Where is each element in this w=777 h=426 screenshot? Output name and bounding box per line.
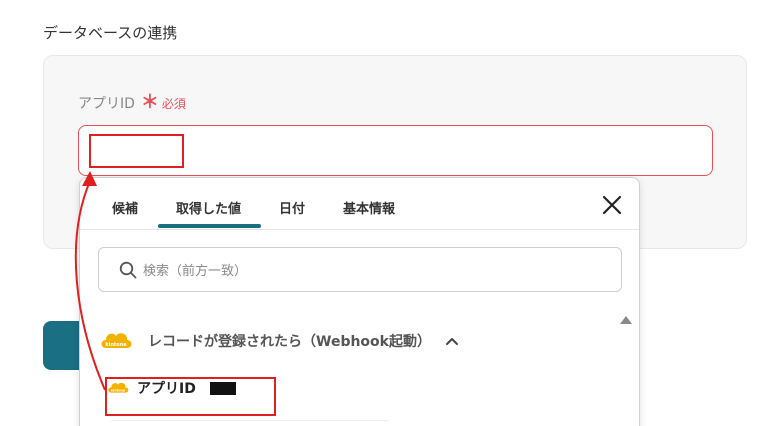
field-label-text: アプリID <box>78 96 135 112</box>
field-label: アプリID ＊ 必須 <box>78 93 186 113</box>
search-placeholder: 検索（前方一致） <box>143 264 248 279</box>
scroll-up-arrow[interactable] <box>620 316 632 324</box>
trigger-group-header[interactable]: kintone レコードが登録されたら（Webhook起動） <box>98 328 459 354</box>
kintone-logo-icon: kintone <box>101 333 132 348</box>
tab-date[interactable]: 日付 <box>279 198 305 217</box>
chevron-up-icon[interactable] <box>445 336 459 346</box>
tab-basic-info[interactable]: 基本情報 <box>343 198 395 217</box>
highlight-box-input <box>89 134 184 168</box>
tab-candidates[interactable]: 候補 <box>112 198 138 217</box>
close-icon[interactable] <box>601 194 623 216</box>
section-title: データベースの連携 <box>43 24 178 42</box>
search-field[interactable]: 検索（前方一致） <box>98 247 622 292</box>
required-mark: ＊ <box>140 92 159 113</box>
highlight-box-item <box>105 377 276 416</box>
tab-fetched-values[interactable]: 取得した値 <box>176 198 241 217</box>
trigger-group-label: レコードが登録されたら（Webhook起動） <box>148 334 431 350</box>
next-item-edge <box>110 420 390 426</box>
kintone-logo-text: kintone <box>105 342 127 348</box>
popup-tabs: 候補 取得した値 日付 基本情報 <box>80 178 639 230</box>
search-icon <box>119 261 137 278</box>
required-text: 必須 <box>161 96 186 111</box>
active-tab-indicator <box>158 224 261 228</box>
